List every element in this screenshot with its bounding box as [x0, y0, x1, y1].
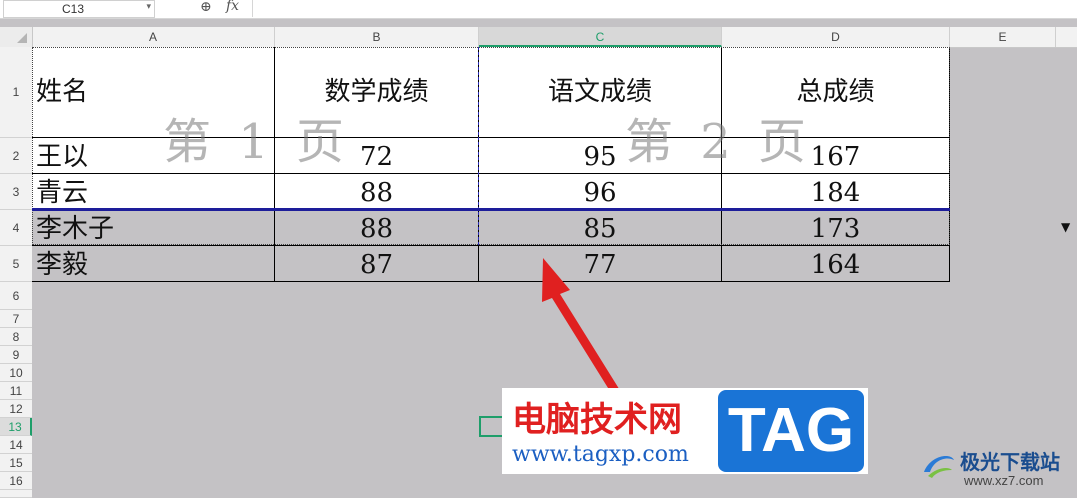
row-header-7[interactable]: 7	[0, 310, 32, 328]
cell-a5[interactable]: 李毅	[32, 246, 275, 282]
brand-watermark: 极光下载站 www.xz7.com	[920, 446, 1077, 494]
chevron-down-icon[interactable]: ▾	[146, 1, 151, 12]
tag-logo-icon: TAG	[718, 390, 864, 472]
column-header-a[interactable]: A	[32, 27, 275, 47]
row-header-1[interactable]: 1	[0, 47, 32, 138]
column-header-d[interactable]: D	[722, 27, 950, 47]
formula-tools: ⊕ fx	[198, 0, 253, 18]
column-header-e[interactable]: E	[950, 27, 1056, 47]
row-header-9[interactable]: 9	[0, 346, 32, 364]
row-header-5[interactable]: 5	[0, 246, 32, 282]
print-area-border	[32, 47, 950, 245]
row-header-8[interactable]: 8	[0, 328, 32, 346]
brand-title: 极光下载站	[960, 450, 1060, 474]
brand-url: www.xz7.com	[964, 473, 1044, 488]
annotation-arrow-icon	[542, 258, 626, 404]
row-header-10[interactable]: 10	[0, 364, 32, 382]
cell-b5[interactable]: 87	[275, 246, 479, 282]
formula-input[interactable]	[252, 0, 1077, 17]
cell-d5[interactable]: 164	[722, 246, 950, 282]
row-header-3[interactable]: 3	[0, 174, 32, 210]
logo-title: 电脑技术网	[512, 400, 682, 440]
vertical-page-break[interactable]	[478, 47, 479, 245]
row-header-12[interactable]: 12	[0, 400, 32, 418]
name-box-value: C13	[62, 2, 85, 16]
row-header-4[interactable]: 4	[0, 210, 32, 246]
horizontal-page-break[interactable]	[32, 208, 950, 211]
column-header-b[interactable]: B	[275, 27, 479, 47]
row-header-16[interactable]: 16	[0, 472, 32, 490]
row-header-13[interactable]: 13	[0, 418, 32, 436]
column-header-c[interactable]: C	[479, 27, 722, 47]
fx-icon[interactable]: fx	[226, 0, 239, 14]
row-header-6[interactable]: 6	[0, 282, 32, 310]
row-header-2[interactable]: 2	[0, 138, 32, 174]
row-header-11[interactable]: 11	[0, 382, 32, 400]
stray-glyph: ▼	[1061, 220, 1071, 234]
site-logo: 电脑技术网 www.tagxp.com TAG	[502, 388, 868, 474]
zoom-icon[interactable]: ⊕	[200, 0, 212, 15]
row-header-15[interactable]: 15	[0, 454, 32, 472]
select-all-icon	[17, 33, 27, 43]
logo-url: www.tagxp.com	[512, 442, 689, 467]
brand-swirl-icon	[924, 456, 954, 478]
row-header-17[interactable]	[0, 490, 32, 498]
row-header-14[interactable]: 14	[0, 436, 32, 454]
name-box[interactable]: C13 ▾	[3, 0, 155, 18]
